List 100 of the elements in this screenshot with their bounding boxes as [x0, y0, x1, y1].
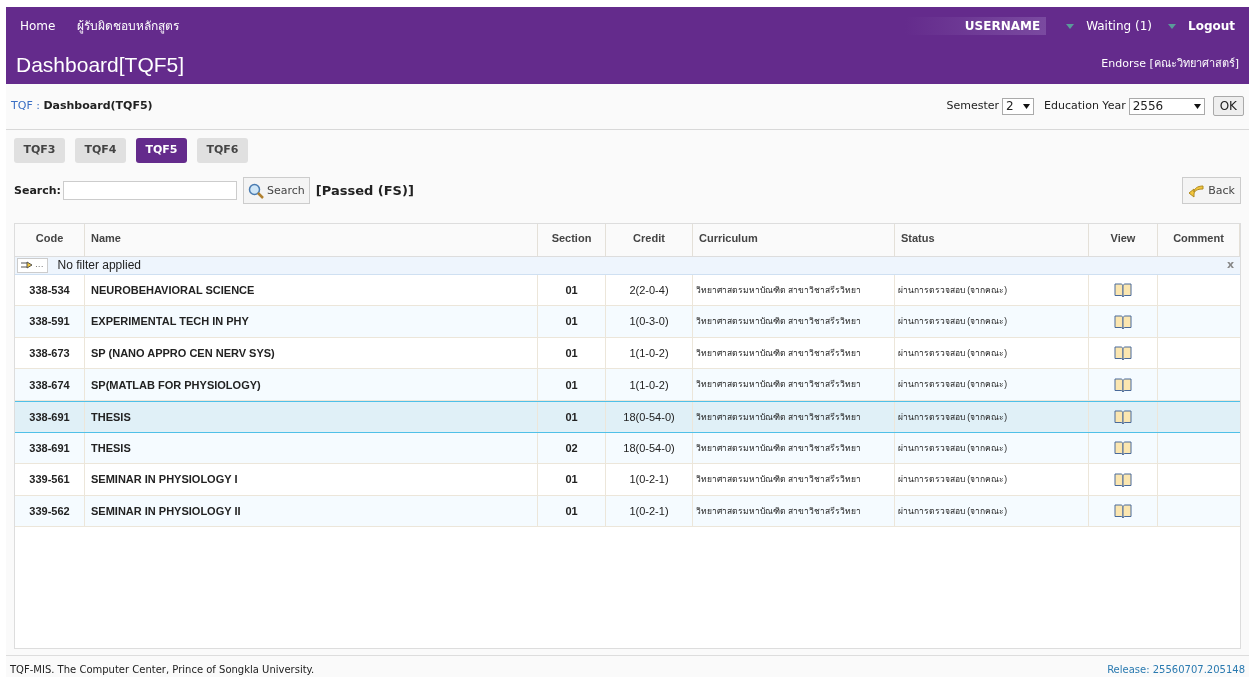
table-row[interactable]: 339-561 SEMINAR IN PHYSIOLOGY I 01 1(0-2-1) วิทยาศาสตรมหาบัณฑิต สาขาวิชาสรีรวิทยา ผ่านการตรวจสอบ (จากคณะ)	[15, 464, 1240, 496]
table-cell: 18(0-54-0)	[606, 402, 693, 432]
search-button[interactable]: Search	[243, 177, 310, 205]
book-icon[interactable]	[1114, 408, 1132, 425]
table-cell: SEMINAR IN PHYSIOLOGY II	[85, 495, 538, 527]
column-header[interactable]: View	[1089, 223, 1158, 256]
table-cell: 339-561	[15, 464, 85, 495]
filter-status: [Passed (FS)]	[315, 182, 414, 200]
back-button[interactable]: Back	[1182, 177, 1241, 205]
table-cell: 01	[538, 495, 606, 527]
footer-text: TQF-MIS. The Computer Center, Prince of Songkla University.	[10, 663, 315, 677]
tab[interactable]: TQF5	[136, 137, 187, 163]
cell-text: วิทยาศาสตรมหาบัณฑิต สาขาวิชาสรีรวิทยา	[696, 441, 862, 455]
table-cell: 338-674	[15, 369, 85, 401]
cell-text: วิทยาศาสตรมหาบัณฑิต สาขาวิชาสรีรวิทยา	[696, 410, 862, 424]
table-row[interactable]: 339-562 SEMINAR IN PHYSIOLOGY II 01 1(0-2-1) วิทยาศาสตรมหาบัณฑิต สาขาวิชาสรีรวิทยา ผ่านการตรวจสอบ (จากคณะ)	[15, 495, 1240, 528]
table-cell: 01	[538, 369, 606, 401]
table-cell: 338-691	[15, 432, 85, 464]
semester-select[interactable]: 2	[1002, 97, 1035, 115]
book-icon[interactable]	[1114, 471, 1132, 488]
table-row[interactable]: 338-534 NEUROBEHAVIORAL SCIENCE 01 2(2-0-4) วิทยาศาสตรมหาบัณฑิต สาขาวิชาสรีรวิทยา ผ่านการตรวจสอบ (จากคณะ)	[15, 274, 1240, 307]
cell-text: ผ่านการตรวจสอบ (จากคณะ)	[898, 283, 1008, 297]
filter-arrow-icon	[21, 261, 33, 270]
table-cell: 01	[538, 337, 606, 369]
table-cell: THESIS	[85, 402, 538, 432]
caret-icon	[1066, 23, 1075, 29]
table-cell: 01	[538, 464, 606, 495]
logout-link[interactable]: Logout	[1188, 17, 1235, 35]
cell-text: ผ่านการตรวจสอบ (จากคณะ)	[898, 346, 1008, 360]
column-header[interactable]: Name	[85, 223, 538, 256]
book-icon[interactable]	[1114, 503, 1132, 520]
book-icon[interactable]	[1114, 376, 1132, 393]
ok-button[interactable]: OK	[1212, 96, 1244, 117]
cell-text: วิทยาศาสตรมหาบัณฑิต สาขาวิชาสรีรวิทยา	[696, 346, 862, 360]
table-row[interactable]: 338-674 SP(MATLAB FOR PHYSIOLOGY) 01 1(1-0-2) วิทยาศาสตรมหาบัณฑิต สาขาวิชาสรีรวิทยา ผ่านการตรวจสอบ (จากคณะ)	[15, 369, 1240, 402]
cell-text: ผ่านการตรวจสอบ (จากคณะ)	[898, 315, 1008, 328]
table-row[interactable]: 338-673 SP (NANO APPRO CEN NERV SYS) 01 1(1-0-2) วิทยาศาสตรมหาบัณฑิต สาขาวิชาสรีรวิทยา ผ่านการตรวจสอบ (จากคณะ)	[15, 337, 1240, 370]
column-header[interactable]: Curriculum	[693, 223, 895, 256]
table-cell: 01	[538, 402, 606, 432]
waiting-link[interactable]: Waiting (1)	[1086, 17, 1152, 35]
cell-text: ผ่านการตรวจสอบ (จากคณะ)	[898, 410, 1008, 424]
book-icon[interactable]	[1114, 282, 1132, 298]
year-label: Education Year	[1044, 98, 1126, 115]
table-cell: 338-534	[15, 274, 85, 306]
breadcrumb-link[interactable]: TQF :	[11, 99, 40, 113]
book-icon[interactable]	[1114, 439, 1132, 456]
cell-text: ผ่านการตรวจสอบ (จากคณะ)	[898, 473, 1008, 486]
column-header[interactable]: Status	[895, 223, 1089, 256]
filter-text: No filter applied	[57, 257, 141, 275]
nav-link[interactable]: ผู้รับผิดชอบหลักสูตร	[77, 17, 180, 35]
tab[interactable]: TQF6	[197, 137, 248, 163]
table-row[interactable]: 338-591 EXPERIMENTAL TECH IN PHY 01 1(0-3-0) วิทยาศาสตรมหาบัณฑิต สาขาวิชาสรีรวิทยา ผ่านการตรวจสอบ (จากคณะ)	[15, 306, 1240, 338]
table-cell: NEUROBEHAVIORAL SCIENCE	[85, 274, 538, 306]
cell-text: วิทยาศาสตรมหาบัณฑิต สาขาวิชาสรีรวิทยา	[696, 473, 862, 486]
tab[interactable]: TQF3	[14, 137, 65, 163]
table-cell: SEMINAR IN PHYSIOLOGY I	[85, 464, 538, 495]
table-cell: EXPERIMENTAL TECH IN PHY	[85, 306, 538, 337]
table-cell: 1(1-0-2)	[606, 337, 693, 369]
table-cell: 01	[538, 306, 606, 337]
book-icon[interactable]	[1114, 345, 1132, 362]
back-arrow-icon	[1188, 183, 1205, 198]
table-cell: 18(0-54-0)	[606, 432, 693, 464]
column-header[interactable]: Credit	[606, 223, 693, 256]
book-icon[interactable]	[1114, 313, 1132, 330]
table-cell: THESIS	[85, 432, 538, 464]
cell-text: ผ่านการตรวจสอบ (จากคณะ)	[898, 378, 1008, 392]
table-cell: 01	[538, 274, 606, 306]
search-icon	[248, 182, 264, 199]
caret-icon	[1168, 23, 1176, 29]
table-cell: 1(0-2-1)	[606, 464, 693, 495]
column-header[interactable]: Section	[538, 223, 606, 256]
release-label: Release: 25560707.205148	[1107, 663, 1245, 677]
table-cell: 339-562	[15, 495, 85, 527]
breadcrumb-current: Dashboard(TQF5)	[43, 99, 153, 113]
table-row[interactable]: 338-691 THESIS 01 18(0-54-0) วิทยาศาสตรมหาบัณฑิต สาขาวิชาสรีรวิทยา ผ่านการตรวจสอบ (จากคณะ)	[15, 401, 1240, 433]
table-cell: 1(0-3-0)	[606, 306, 693, 337]
filter-button[interactable]: ...	[17, 257, 48, 273]
table-cell: 338-691	[15, 402, 85, 432]
table-row[interactable]: 338-691 THESIS 02 18(0-54-0) วิทยาศาสตรมหาบัณฑิต สาขาวิชาสรีรวิทยา ผ่านการตรวจสอบ (จากคณะ)	[15, 432, 1240, 465]
tab[interactable]: TQF4	[75, 137, 126, 163]
column-header[interactable]: Comment	[1158, 223, 1240, 256]
table-cell: 1(0-2-1)	[606, 495, 693, 527]
table-cell: 338-673	[15, 337, 85, 369]
column-header[interactable]: Code	[15, 223, 85, 256]
cell-text: ผ่านการตรวจสอบ (จากคณะ)	[898, 441, 1008, 455]
year-select[interactable]: 2556	[1128, 97, 1205, 115]
page-title: Dashboard[TQF5]	[16, 51, 185, 78]
cell-text: วิทยาศาสตรมหาบัณฑิต สาขาวิชาสรีรวิทยา	[696, 378, 862, 392]
search-field[interactable]	[63, 181, 237, 201]
table-cell: 02	[538, 432, 606, 464]
role-label: Endorse [คณะวิทยาศาสตร์]	[1101, 56, 1239, 73]
search-label: Search:	[14, 182, 61, 199]
semester-label: Semester	[946, 98, 1000, 115]
cell-text: ผ่านการตรวจสอบ (จากคณะ)	[898, 504, 1008, 518]
table-cell: SP(MATLAB FOR PHYSIOLOGY)	[85, 369, 538, 401]
dropdown-arrow-icon	[1023, 103, 1031, 109]
cell-text: วิทยาศาสตรมหาบัณฑิต สาขาวิชาสรีรวิทยา	[696, 283, 862, 297]
cell-text: วิทยาศาสตรมหาบัณฑิต สาขาวิชาสรีรวิทยา	[696, 504, 862, 518]
cell-text: วิทยาศาสตรมหาบัณฑิต สาขาวิชาสรีรวิทยา	[696, 315, 862, 328]
nav-link[interactable]: Home	[20, 17, 56, 35]
